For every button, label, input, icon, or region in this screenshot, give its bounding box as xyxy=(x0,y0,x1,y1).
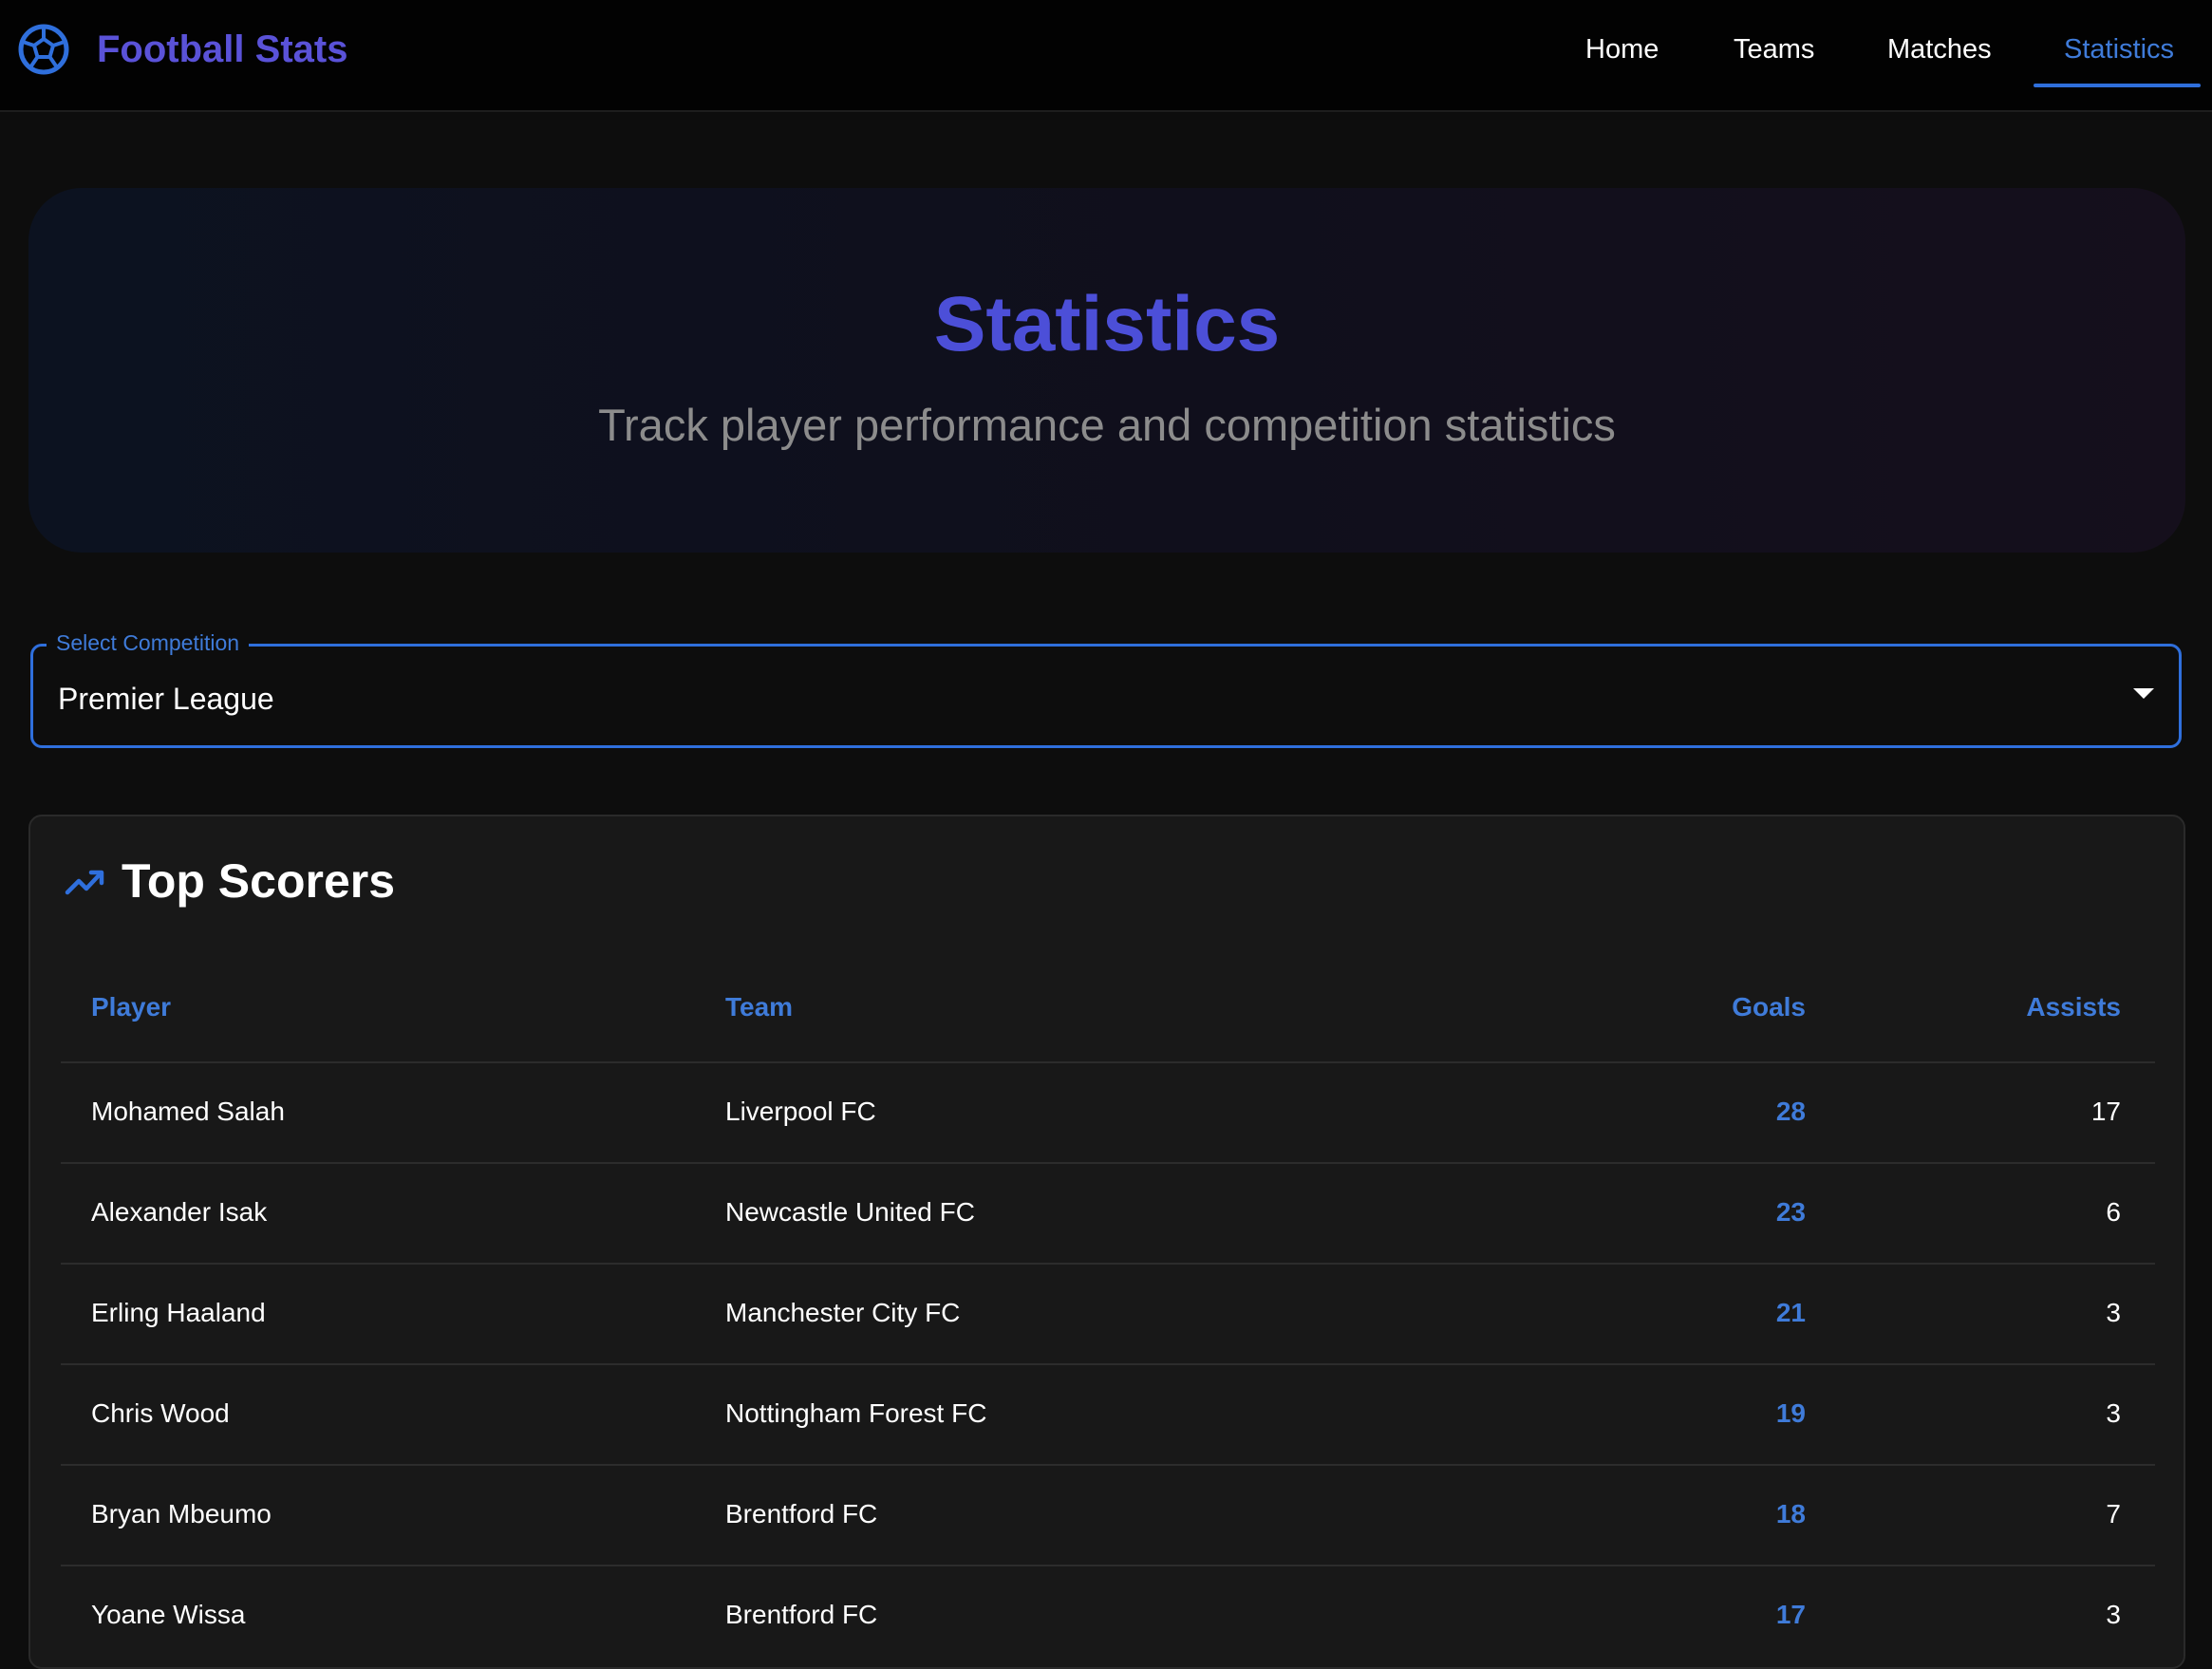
assists-value: 6 xyxy=(2106,1197,2121,1227)
active-tab-indicator xyxy=(2034,84,2201,87)
competition-select[interactable]: Select Competition Premier League xyxy=(30,629,2182,748)
team-name: Nottingham Forest FC xyxy=(725,1398,987,1428)
team-name: Manchester City FC xyxy=(725,1298,961,1327)
team-name: Brentford FC xyxy=(725,1499,878,1528)
goals-value: 23 xyxy=(1775,1197,1806,1227)
card-title: Top Scorers xyxy=(122,854,396,908)
column-header-goals[interactable]: Goals xyxy=(1549,991,1806,1023)
assists-value: 3 xyxy=(2106,1600,2121,1629)
column-header-assists[interactable]: Assists xyxy=(1891,991,2121,1023)
hero-banner: Statistics Track player performance and … xyxy=(28,188,2185,553)
row-divider xyxy=(61,1464,2155,1466)
row-divider xyxy=(61,1363,2155,1365)
player-name: Yoane Wissa xyxy=(91,1600,246,1629)
goals-value: 18 xyxy=(1775,1499,1806,1528)
page-title: Statistics xyxy=(933,281,1281,367)
player-name: Bryan Mbeumo xyxy=(91,1499,272,1528)
row-divider xyxy=(61,1162,2155,1164)
team-name: Liverpool FC xyxy=(725,1097,876,1126)
row-divider xyxy=(61,1565,2155,1566)
assists-value: 3 xyxy=(2106,1398,2121,1428)
player-name: Chris Wood xyxy=(91,1398,230,1428)
assists-value: 3 xyxy=(2106,1298,2121,1327)
trending-up-icon xyxy=(65,870,104,895)
brand-title[interactable]: Football Stats xyxy=(97,27,347,72)
goals-value: 28 xyxy=(1775,1097,1806,1126)
team-name: Newcastle United FC xyxy=(725,1197,975,1227)
assists-value: 7 xyxy=(2106,1499,2121,1528)
competition-select-label: Select Competition xyxy=(47,629,250,656)
goals-value: 17 xyxy=(1775,1600,1806,1629)
assists-value: 17 xyxy=(2090,1097,2121,1126)
nav-home[interactable]: Home xyxy=(1585,32,1659,66)
soccer-ball-icon[interactable] xyxy=(17,23,70,76)
goals-value: 19 xyxy=(1775,1398,1806,1428)
page-subtitle: Track player performance and competition… xyxy=(598,400,1616,450)
header-divider xyxy=(61,1061,2155,1063)
competition-select-value[interactable]: Premier League xyxy=(58,681,274,717)
top-scorers-card: Top Scorers Player Team Goals Assists Mo… xyxy=(28,815,2185,1669)
nav-statistics[interactable]: Statistics xyxy=(2064,32,2174,66)
nav-teams[interactable]: Teams xyxy=(1734,32,1814,66)
column-header-player[interactable]: Player xyxy=(91,991,661,1023)
column-header-team[interactable]: Team xyxy=(725,991,1485,1023)
player-name: Alexander Isak xyxy=(91,1197,268,1227)
team-name: Brentford FC xyxy=(725,1600,878,1629)
player-name: Mohamed Salah xyxy=(91,1097,285,1126)
nav-matches[interactable]: Matches xyxy=(1887,32,1992,66)
top-navigation-bar: Football Stats Home Teams Matches Statis… xyxy=(0,0,2212,112)
row-divider xyxy=(61,1263,2155,1265)
goals-value: 21 xyxy=(1775,1298,1806,1327)
player-name: Erling Haaland xyxy=(91,1298,266,1327)
caret-down-icon[interactable] xyxy=(2133,688,2154,699)
